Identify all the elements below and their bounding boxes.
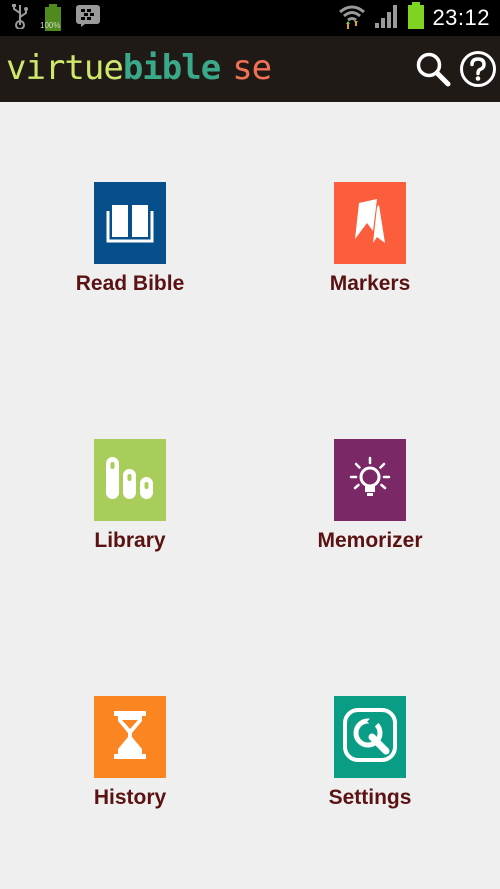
hourglass-icon	[110, 709, 150, 766]
app-logo: virtuebible se	[6, 48, 272, 88]
menu-item-library[interactable]: Library	[20, 439, 240, 553]
markers-tile[interactable]	[334, 182, 406, 264]
wrench-icon	[342, 707, 398, 768]
memorizer-label: Memorizer	[317, 529, 423, 552]
history-tile[interactable]	[94, 696, 166, 778]
read-bible-tile[interactable]	[94, 182, 166, 264]
settings-tile[interactable]	[334, 696, 406, 778]
menu-item-memorizer[interactable]: Memorizer	[260, 439, 480, 553]
help-icon[interactable]	[459, 50, 497, 88]
clock: 23:12	[432, 5, 490, 30]
app-bar: virtuebible se	[0, 36, 500, 102]
battery-percent-badge: 100%	[40, 21, 61, 30]
wifi-icon	[338, 2, 366, 35]
memorizer-tile[interactable]	[334, 439, 406, 521]
markers-label: Markers	[329, 272, 411, 295]
usb-icon	[10, 3, 30, 34]
settings-label: Settings	[328, 786, 412, 809]
logo-part-se: se	[232, 48, 272, 88]
battery-icon	[408, 1, 425, 35]
logo-part-bible: bible	[122, 48, 221, 88]
battery-full-icon: 100%	[40, 4, 64, 32]
bbm-icon	[76, 4, 100, 32]
lightbulb-icon	[347, 455, 393, 506]
search-icon[interactable]	[414, 50, 452, 88]
menu-item-settings[interactable]: Settings	[260, 696, 480, 810]
status-bar: 100% 23:12	[0, 0, 500, 36]
books-icon	[103, 453, 157, 508]
history-label: History	[93, 786, 167, 809]
menu-item-markers[interactable]: Markers	[260, 182, 480, 296]
signal-icon	[374, 3, 400, 34]
menu-item-history[interactable]: History	[20, 696, 240, 810]
menu-item-read-bible[interactable]: Read Bible	[20, 182, 240, 296]
logo-part-virtue: virtue	[6, 48, 124, 88]
library-label: Library	[94, 529, 166, 552]
open-book-icon	[106, 199, 154, 248]
library-tile[interactable]	[94, 439, 166, 521]
bookmark-ribbon-icon	[347, 197, 393, 250]
read-bible-label: Read Bible	[75, 272, 185, 295]
